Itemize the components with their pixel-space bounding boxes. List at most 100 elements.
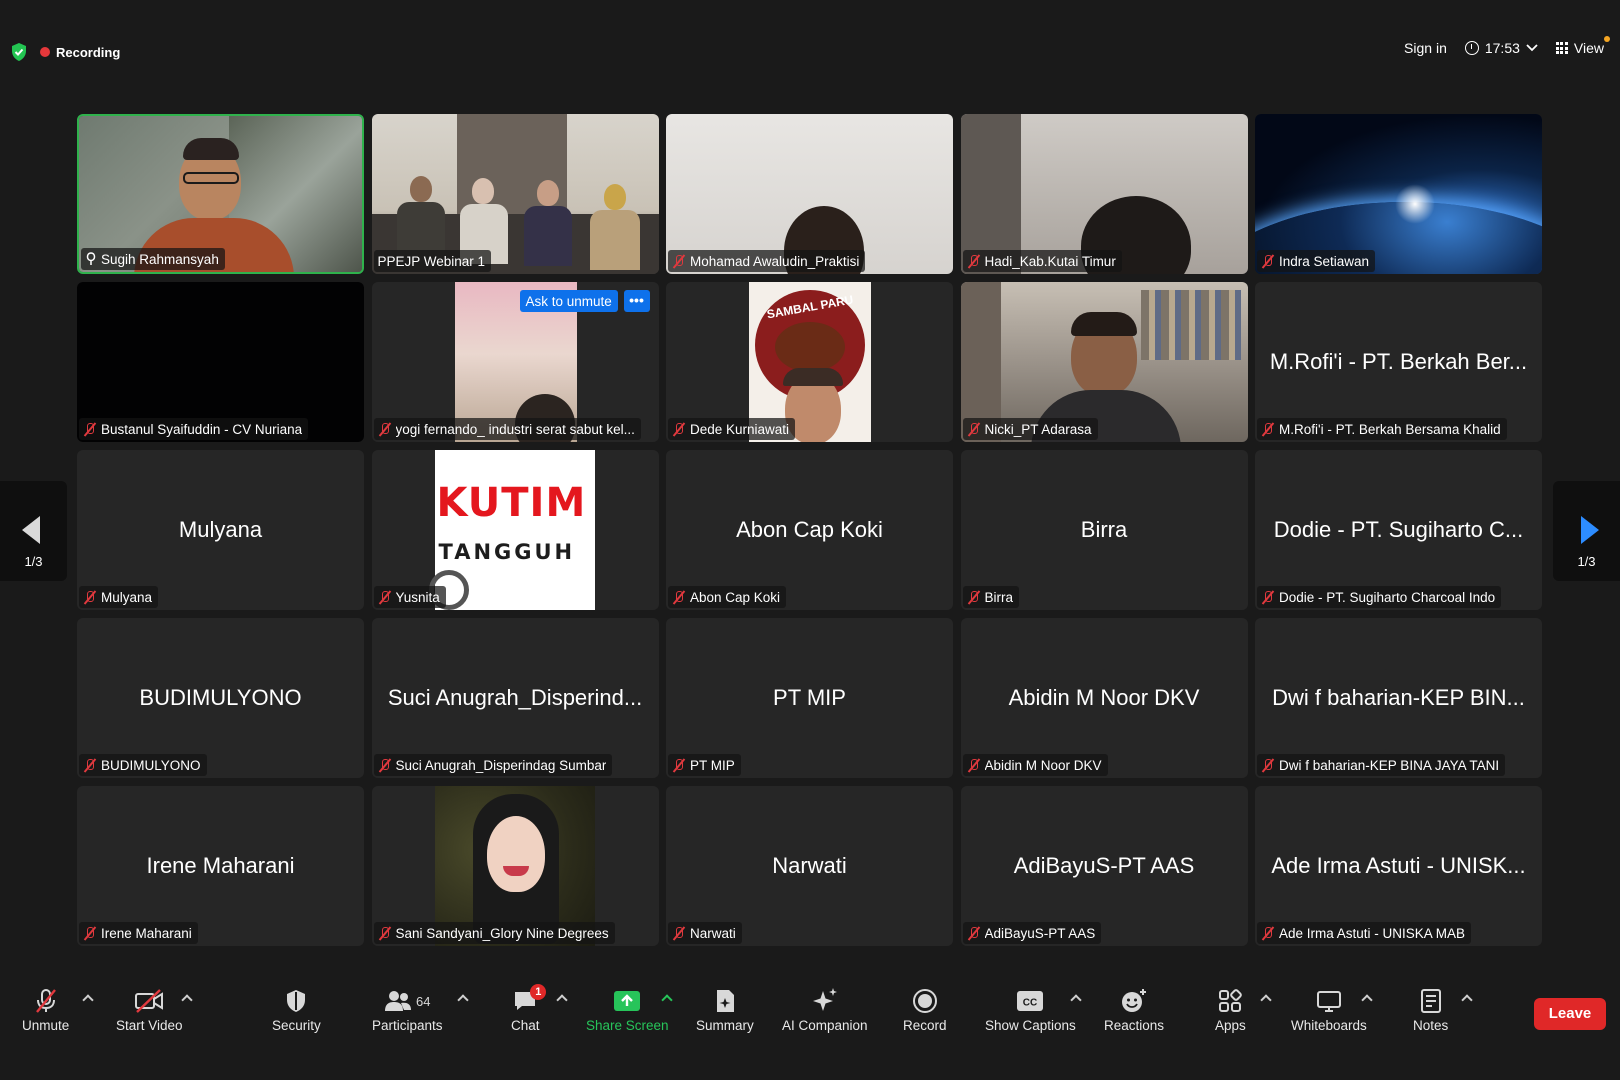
- participant-tile[interactable]: M.Rofi'i - PT. Berkah Ber... M.Rofi'i - …: [1255, 282, 1542, 442]
- ai-sparkle-icon: [811, 988, 839, 1014]
- participant-nameplate: Abidin M Noor DKV: [962, 754, 1108, 776]
- participant-display-name: Dodie - PT. Sugiharto C...: [1273, 517, 1524, 542]
- participant-tile[interactable]: KUTIM TANGGUH Yusnita: [371, 450, 659, 610]
- next-page-button[interactable]: 1/3: [1553, 481, 1620, 581]
- sign-in-button[interactable]: Sign in: [1404, 40, 1447, 56]
- whiteboards-label: Whiteboards: [1291, 1018, 1367, 1033]
- participant-tile[interactable]: Nicki_PT Adarasa: [960, 282, 1248, 442]
- muted-mic-icon: [967, 590, 981, 604]
- participant-tile[interactable]: Mulyana Mulyana: [77, 450, 364, 610]
- muted-mic-icon: [672, 254, 686, 268]
- participant-tile[interactable]: Sugih Rahmansyah: [77, 114, 364, 274]
- participant-tile[interactable]: Indra Setiawan: [1255, 114, 1542, 274]
- participant-tile[interactable]: Ask to unmute ••• yogi fernando_ industr…: [371, 282, 659, 442]
- participant-tile[interactable]: Birra Birra: [960, 450, 1248, 610]
- participant-nameplate: Irene Maharani: [79, 922, 198, 944]
- participant-nameplate: M.Rofi'i - PT. Berkah Bersama Khalid: [1257, 418, 1507, 440]
- audio-options-caret-icon[interactable]: [82, 994, 94, 1006]
- participant-tile[interactable]: SAMBAL PARU Dede Kurniawati: [666, 282, 953, 442]
- summary-label: Summary: [696, 1018, 754, 1033]
- participant-tile[interactable]: Ade Irma Astuti - UNISK... Ade Irma Astu…: [1255, 786, 1542, 946]
- muted-mic-icon: [967, 254, 981, 268]
- participant-tile[interactable]: Narwati Narwati: [666, 786, 953, 946]
- apps-button[interactable]: Apps: [1215, 988, 1246, 1033]
- muted-mic-icon: [378, 590, 392, 604]
- security-label: Security: [272, 1018, 321, 1033]
- zoom-meeting-window: Recording Sign in 17:53 View 1/3 1/3 Sug…: [0, 0, 1620, 1080]
- muted-mic-icon: [1261, 926, 1275, 940]
- bottom-strip: [0, 1044, 1620, 1080]
- participant-tile[interactable]: BUDIMULYONO BUDIMULYONO: [77, 618, 364, 778]
- participant-tile[interactable]: Abon Cap Koki Abon Cap Koki: [666, 450, 953, 610]
- muted-mic-icon: [672, 422, 686, 436]
- participant-display-name: Birra: [1080, 517, 1128, 542]
- chat-icon: 1: [512, 984, 547, 1014]
- participants-button[interactable]: 64 Participants: [372, 988, 443, 1033]
- participant-logo: KUTIM TANGGUH: [428, 450, 595, 610]
- participant-name: Birra: [984, 589, 1014, 605]
- muted-mic-icon: [967, 758, 981, 772]
- start-video-button[interactable]: Start Video: [116, 988, 183, 1033]
- participant-nameplate: Bustanul Syaifuddin - CV Nuriana: [79, 418, 309, 440]
- notes-options-caret-icon[interactable]: [1461, 994, 1473, 1006]
- muted-mic-icon: [672, 590, 686, 604]
- participant-nameplate: Suci Anugrah_Disperindag Sumbar: [373, 754, 613, 776]
- participant-tile[interactable]: Abidin M Noor DKV Abidin M Noor DKV: [960, 618, 1248, 778]
- participant-tile[interactable]: Irene Maharani Irene Maharani: [77, 786, 364, 946]
- participants-label: Participants: [372, 1018, 443, 1033]
- participant-display-name: Dwi f baharian-KEP BIN...: [1272, 685, 1525, 710]
- encryption-shield-icon[interactable]: [10, 42, 28, 62]
- participant-name: Yusnita: [395, 589, 440, 605]
- grid-view-icon: [1555, 42, 1568, 54]
- participant-tile[interactable]: Dodie - PT. Sugiharto C... Dodie - PT. S…: [1255, 450, 1542, 610]
- participant-tile[interactable]: Dwi f baharian-KEP BIN... Dwi f baharian…: [1255, 618, 1542, 778]
- share-screen-button[interactable]: Share Screen: [586, 988, 669, 1033]
- security-button[interactable]: Security: [272, 988, 321, 1033]
- speaker-pin-icon: [86, 252, 96, 265]
- share-screen-label: Share Screen: [586, 1018, 669, 1033]
- participant-nameplate: Birra: [962, 586, 1020, 608]
- notification-dot: [1604, 36, 1610, 42]
- muted-mic-icon: [1261, 758, 1275, 772]
- view-label: View: [1573, 40, 1604, 56]
- participant-tile[interactable]: Suci Anugrah_Disperind... Suci Anugrah_D…: [371, 618, 659, 778]
- arrow-left-icon: [22, 516, 40, 544]
- unmute-button[interactable]: Unmute: [22, 988, 69, 1033]
- participant-tile[interactable]: Sani Sandyani_Glory Nine Degrees: [371, 786, 659, 946]
- video-options-caret-icon[interactable]: [181, 994, 193, 1006]
- ask-to-unmute-button[interactable]: Ask to unmute: [519, 290, 618, 312]
- muted-mic-icon: [1261, 254, 1275, 268]
- participant-tile[interactable]: AdiBayuS-PT AAS AdiBayuS-PT AAS: [960, 786, 1248, 946]
- summary-button[interactable]: Summary: [696, 988, 754, 1033]
- whiteboards-button[interactable]: Whiteboards: [1291, 988, 1367, 1033]
- top-right-controls: Sign in 17:53 View: [1404, 36, 1610, 56]
- meeting-timer[interactable]: 17:53: [1464, 40, 1538, 56]
- participant-name: Narwati: [690, 925, 736, 941]
- participant-nameplate: PT MIP: [668, 754, 741, 776]
- apps-options-caret-icon[interactable]: [1260, 994, 1272, 1006]
- more-options-button[interactable]: •••: [623, 290, 650, 312]
- show-captions-label: Show Captions: [985, 1018, 1076, 1033]
- view-button[interactable]: View: [1555, 36, 1610, 56]
- show-captions-button[interactable]: CC Show Captions: [985, 988, 1076, 1033]
- chat-button[interactable]: 1 Chat: [511, 984, 547, 1033]
- participant-name: Ade Irma Astuti - UNISKA MAB: [1279, 925, 1466, 941]
- participant-tile[interactable]: Hadi_Kab.Kutai Timur: [960, 114, 1248, 274]
- previous-page-button[interactable]: 1/3: [0, 481, 67, 581]
- notes-button[interactable]: Notes: [1413, 988, 1448, 1033]
- recording-indicator[interactable]: Recording: [40, 42, 120, 62]
- leave-button[interactable]: Leave: [1534, 998, 1606, 1030]
- reactions-button[interactable]: Reactions: [1104, 988, 1164, 1033]
- participant-nameplate: Mohamad Awaludin_Praktisi: [668, 250, 866, 272]
- chevron-down-icon: [1526, 44, 1538, 52]
- ai-companion-button[interactable]: AI Companion: [782, 988, 868, 1033]
- record-button[interactable]: Record: [903, 988, 947, 1033]
- summary-icon: [713, 988, 737, 1014]
- participant-tile[interactable]: PT MIP PT MIP: [666, 618, 953, 778]
- participants-options-caret-icon[interactable]: [457, 994, 469, 1006]
- recording-dot-icon: [40, 47, 50, 57]
- participant-tile[interactable]: Mohamad Awaludin_Praktisi: [666, 114, 953, 274]
- participant-tile[interactable]: PPEJP Webinar 1: [371, 114, 659, 274]
- chat-options-caret-icon[interactable]: [556, 994, 568, 1006]
- participant-tile[interactable]: Bustanul Syaifuddin - CV Nuriana: [77, 282, 364, 442]
